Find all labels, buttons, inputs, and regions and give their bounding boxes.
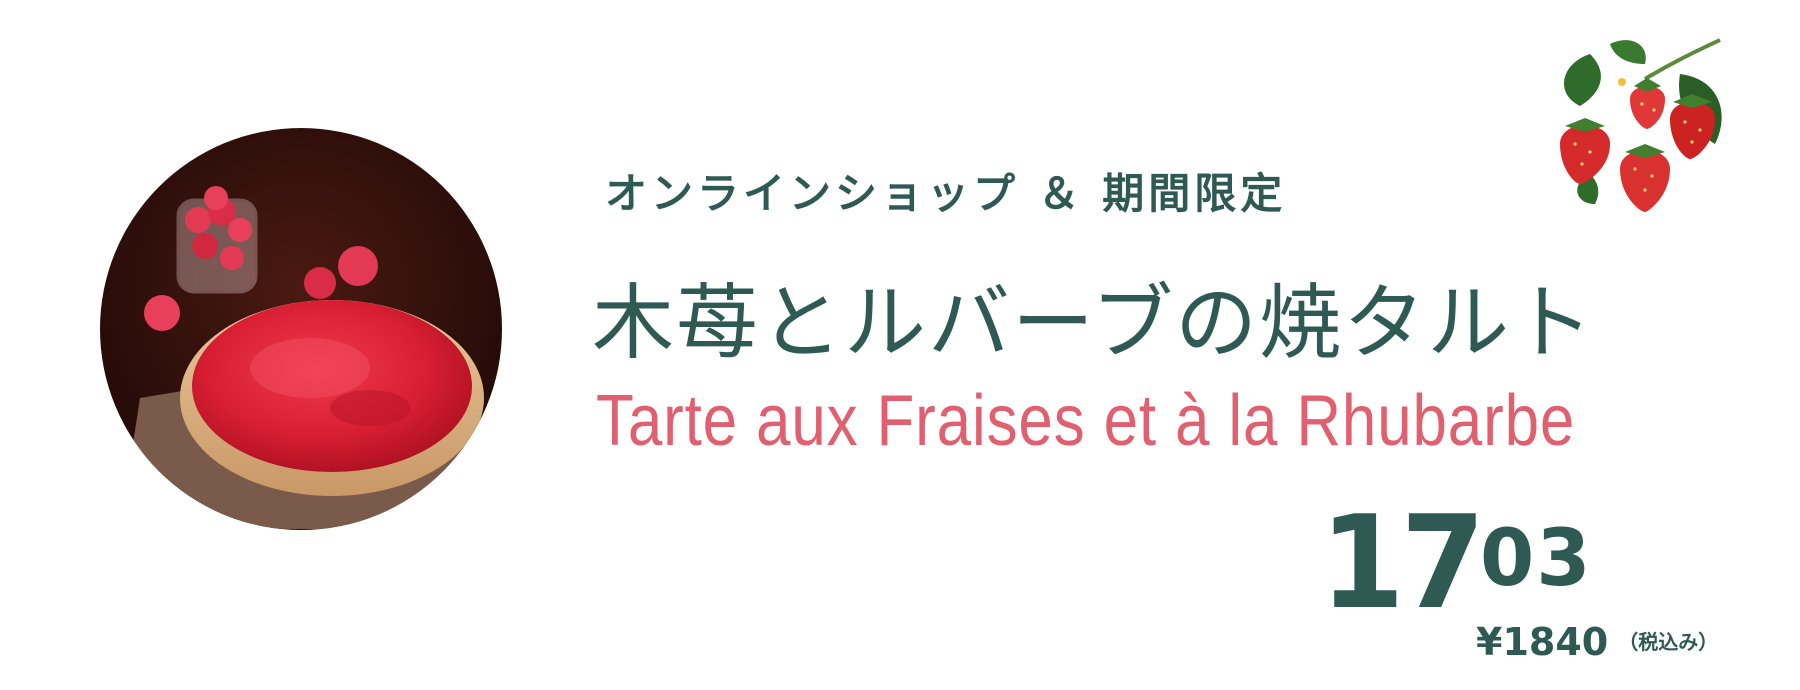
price-decimal: 03 — [1480, 514, 1593, 604]
strawberry-decoration — [1550, 34, 1730, 224]
price-including-tax: ¥1840 （税込み） — [1476, 620, 1718, 664]
strawberry-icon — [1560, 38, 1722, 212]
product-title-french: Tarte aux Fraises et à la Rhubarbe — [596, 381, 1576, 461]
price: 17 03 — [1320, 489, 1591, 638]
tart-photo-icon — [100, 128, 502, 530]
tax-note: （税込み） — [1618, 630, 1719, 654]
tagline: オンラインショップ ＆ 期間限定 — [605, 169, 1287, 218]
price-incl-tax-amount: ¥1840 — [1476, 620, 1609, 664]
product-title-japanese: 木苺とルバーブの焼タルト — [592, 276, 1596, 371]
product-photo — [100, 128, 502, 530]
price-integer: 17 — [1320, 489, 1485, 638]
